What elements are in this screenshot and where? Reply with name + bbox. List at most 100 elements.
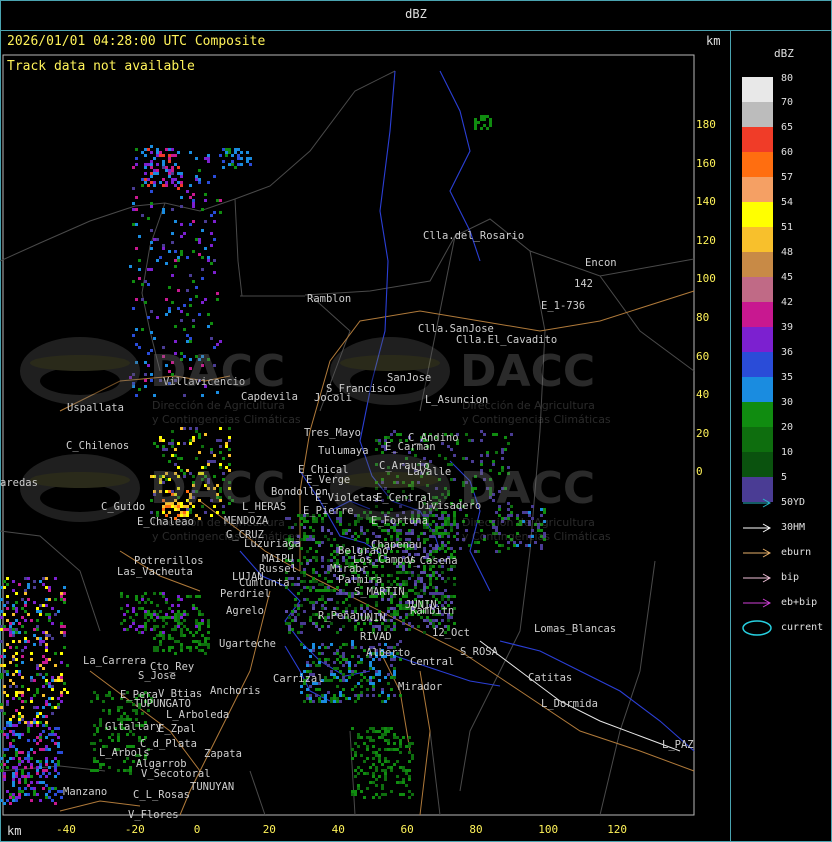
km-unit-label-top: km (706, 34, 721, 48)
place-label: Manzano (63, 786, 107, 798)
arrow-icon (743, 523, 772, 533)
color-swatch (742, 77, 773, 102)
place-label: Clla.El_Cavadito (456, 334, 557, 346)
place-label: Lomas_Blancas (534, 623, 616, 635)
y-tick-label: 60 (696, 349, 710, 363)
x-tick-label: -20 (124, 823, 145, 836)
color-swatch-label: 65 (781, 122, 794, 133)
place-label: Jocoli (314, 392, 352, 404)
place-label: R_Peña (318, 610, 356, 622)
x-tick-label: 20 (262, 823, 276, 836)
place-label: S_MARTIN (354, 586, 405, 598)
color-swatch-label: 39 (781, 322, 794, 333)
place-label: V_Secotoral (141, 768, 211, 780)
place-label: Tulumaya (318, 445, 369, 457)
color-swatch (742, 202, 773, 227)
place-label: Chapenau (371, 539, 422, 551)
place-label: TUNUYAN (190, 781, 234, 793)
watermark-line-1: Dirección de Agricultura (462, 399, 595, 412)
y-tick-label: 0 (696, 465, 703, 479)
track-legend-item: eb+bip (741, 597, 831, 609)
color-swatch (742, 452, 773, 477)
color-swatch (742, 402, 773, 427)
color-swatch-label: 51 (781, 222, 794, 233)
color-swatch-label: 60 (781, 147, 794, 158)
place-label: E_Carman (385, 441, 436, 453)
place-label: Uspallata (67, 402, 124, 414)
place-label: E_Zpal (158, 723, 196, 735)
place-label: 142 (574, 278, 593, 290)
place-label: C_Guido (101, 501, 145, 513)
watermark-line-2: y Contingencias Climáticas (152, 530, 301, 543)
radar-echo (474, 115, 492, 130)
arrow-icon (743, 598, 772, 608)
place-label: E_Violetas (315, 492, 378, 504)
color-swatch-label: 42 (781, 297, 794, 308)
watermark-line-2: y Contingencias Climáticas (462, 413, 611, 426)
place-label: Tres_Mayo (304, 427, 361, 439)
x-tick-label: 60 (400, 823, 414, 836)
color-swatch-label: 30 (781, 397, 794, 408)
arrow-icon (743, 548, 772, 558)
track-legend-item: bip (741, 572, 831, 584)
y-tick-label: 100 (696, 272, 716, 286)
place-label: Catitas (528, 672, 572, 684)
color-swatch (742, 152, 773, 177)
color-swatch-label: 20 (781, 422, 794, 433)
track-status-message: Track data not available (7, 59, 195, 74)
place-label: C_L_Rosas (133, 789, 190, 801)
color-swatch-label: 45 (781, 272, 794, 283)
province-border (499, 640, 695, 752)
place-label: E_Verge (306, 474, 350, 486)
track-legend-item: 50YD (741, 497, 831, 509)
track-legend-item: current (741, 620, 831, 636)
place-label: L_PAZ (662, 739, 694, 751)
arrow-icon (743, 573, 772, 583)
color-swatch-label: 80 (781, 73, 794, 84)
watermark-brand: DACC (150, 463, 286, 514)
place-label: E_Pierre (303, 505, 354, 517)
color-swatch-label: 70 (781, 97, 794, 108)
x-tick-label: 0 (193, 823, 201, 836)
place-label: La_Carrera (83, 655, 146, 667)
title-bar: dBZ (0, 0, 832, 31)
radar-map[interactable]: Clla.del_Rosario Encon 142 E_1-736 Ramblon Cl… (0, 31, 730, 842)
color-swatch (742, 252, 773, 277)
place-label: Ugarteche (219, 638, 276, 650)
place-label: C_Chilenos (66, 440, 129, 452)
place-label: S_Jose (138, 670, 176, 682)
y-tick-label: 20 (696, 426, 710, 440)
watermark-line-2: y Contingencias Climáticas (152, 413, 301, 426)
radar-echo (0, 721, 63, 805)
color-swatch (742, 377, 773, 402)
color-swatch (742, 102, 773, 127)
place-label: S_ROSA (460, 646, 499, 658)
y-tick-label: 180 (696, 118, 716, 131)
highway-line (479, 640, 681, 752)
color-swatch-label: 54 (781, 197, 794, 208)
arrow-icon (743, 498, 772, 508)
x-tick-label: 120 (607, 823, 628, 836)
y-tick-label: 140 (696, 195, 716, 209)
x-tick-label: 100 (538, 823, 559, 836)
place-label: RIVAD (360, 631, 392, 643)
place-label: L_Arboleda (166, 709, 229, 721)
place-label: Las_Vacheuta (117, 566, 193, 578)
color-swatch-label: 57 (781, 172, 794, 183)
color-swatch-label: 35 (781, 372, 794, 383)
km-unit-label-bottom: km (7, 824, 22, 838)
watermark-line-1: Dirección de Agricultura (152, 399, 285, 412)
color-swatch-label: 10 (781, 447, 794, 458)
watermark-brand: DACC (460, 463, 596, 514)
place-label: Anchoris (210, 685, 261, 697)
legend-unit: dBZ (774, 47, 794, 60)
place-label: Mirador (398, 681, 442, 693)
ellipse-icon (742, 620, 772, 636)
watermark-line-2: y Contingencias Climáticas (462, 530, 611, 543)
boundary-line (0, 70, 396, 262)
place-label: Clla.del_Rosario (423, 230, 524, 242)
timestamp: 2026/01/01 04:28:00 UTC Composite (7, 34, 266, 49)
track-legend-label: 30HM (781, 522, 806, 533)
place-label: Carrizal (273, 673, 324, 685)
place-label: V_Casena (407, 555, 458, 567)
